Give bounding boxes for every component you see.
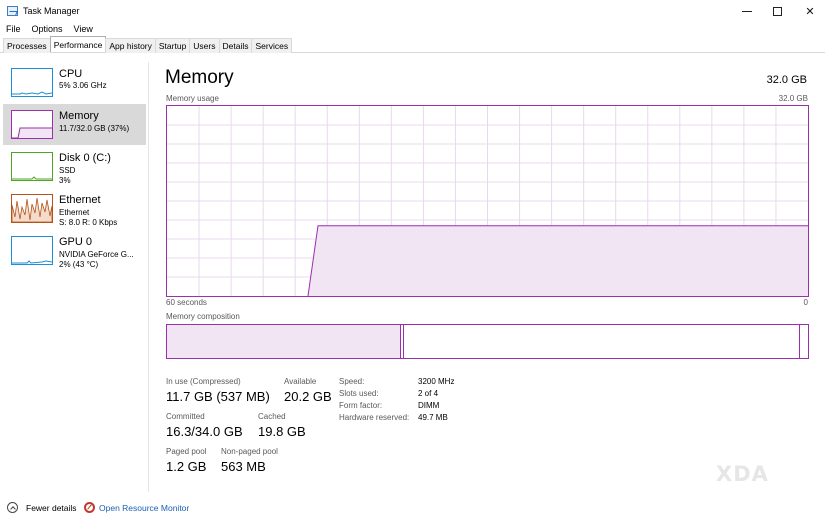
menu-options[interactable]: Options <box>26 22 68 37</box>
form-factor-value: DIMM <box>418 401 440 410</box>
committed-label: Committed <box>166 412 205 421</box>
tab-startup[interactable]: Startup <box>154 38 191 53</box>
maximize-icon <box>772 6 782 16</box>
slots-used-value: 2 of 4 <box>418 389 439 398</box>
open-resource-monitor-label: Open Resource Monitor <box>99 502 190 513</box>
disk-mini-chart <box>12 176 52 180</box>
slots-used-label: Slots used: <box>339 389 379 398</box>
tab-performance[interactable]: Performance <box>49 36 107 52</box>
minimize-icon <box>742 10 752 12</box>
memory-usage-label: Memory usage <box>166 94 219 103</box>
time-axis-label: 60 seconds <box>166 298 207 307</box>
gpu-thumbnail-graph <box>11 236 53 265</box>
title-bar: Task Manager ✕ <box>0 0 825 22</box>
sidebar-item-detail: Ethernet <box>59 208 90 217</box>
memory-composition-bar <box>166 324 809 359</box>
xda-watermark: XDA <box>716 462 769 486</box>
sidebar-item-detail-2: 3% <box>59 176 71 185</box>
committed-value: 16.3/34.0 GB <box>166 424 243 439</box>
resource-sidebar: CPU 5% 3.06 GHz Memory 11.7/32.0 GB (37%… <box>3 62 146 272</box>
sidebar-item-detail-2: S: 8.0 R: 0 Kbps <box>59 218 118 227</box>
footer-bar: Fewer details Open Resource Monitor <box>0 498 825 520</box>
sidebar-item-detail: SSD <box>59 166 76 175</box>
gpu-mini-chart <box>12 260 52 264</box>
tab-app-history[interactable]: App history <box>105 38 156 53</box>
memory-usage-area <box>308 225 808 296</box>
composition-in-use <box>167 325 401 358</box>
in-use-label: In use (Compressed) <box>166 377 241 386</box>
speed-value: 3200 MHz <box>418 377 455 386</box>
composition-modified <box>403 325 404 358</box>
available-label: Available <box>284 377 317 386</box>
in-use-value: 11.7 GB (537 MB) <box>166 389 270 404</box>
time-axis-end: 0 <box>803 298 808 307</box>
tab-processes[interactable]: Processes <box>3 38 51 53</box>
memory-composition-label: Memory composition <box>166 312 240 321</box>
non-paged-pool-label: Non-paged pool <box>221 447 278 456</box>
sidebar-item-detail: 5% 3.06 GHz <box>59 81 107 90</box>
menu-view[interactable]: View <box>68 22 98 37</box>
ethernet-thumbnail-graph <box>11 194 53 223</box>
memory-mini-chart <box>12 127 52 138</box>
open-resource-monitor-link[interactable]: Open Resource Monitor <box>84 502 189 513</box>
cached-value: 19.8 GB <box>258 424 306 439</box>
close-button[interactable]: ✕ <box>790 0 825 22</box>
resource-monitor-icon <box>84 502 95 513</box>
window-title: Task Manager <box>23 6 80 16</box>
form-factor-label: Form factor: <box>339 401 383 410</box>
paged-pool-value: 1.2 GB <box>166 459 207 474</box>
memory-usage-chart <box>167 106 808 297</box>
memory-total: 32.0 GB <box>766 74 807 86</box>
memory-usage-max: 32.0 GB <box>778 94 808 103</box>
cached-label: Cached <box>258 412 286 421</box>
memory-usage-graph <box>166 105 809 297</box>
cpu-thumbnail-graph <box>11 68 53 97</box>
chevron-up-icon <box>7 502 18 513</box>
speed-label: Speed: <box>339 377 365 386</box>
fewer-details-label: Fewer details <box>26 502 77 513</box>
sidebar-item-ethernet[interactable]: Ethernet Ethernet S: 8.0 R: 0 Kbps <box>3 188 146 229</box>
tab-details[interactable]: Details <box>218 38 253 53</box>
hardware-reserved-value: 49.7 MB <box>418 413 448 422</box>
sidebar-item-detail-2: 2% (43 °C) <box>59 260 99 269</box>
sidebar-item-detail: NVIDIA GeForce G... <box>59 250 134 259</box>
sidebar-item-label: Memory <box>59 110 99 122</box>
cpu-mini-chart <box>12 91 52 95</box>
tab-services[interactable]: Services <box>251 38 293 53</box>
fewer-details-button[interactable]: Fewer details <box>7 502 77 513</box>
hardware-reserved-label: Hardware reserved: <box>339 413 410 422</box>
menu-bar: File Options View <box>0 22 98 37</box>
menu-file[interactable]: File <box>0 22 26 37</box>
memory-detail-panel: Memory 32.0 GB Memory usage 32.0 GB 60 s… <box>148 62 825 492</box>
available-value: 20.2 GB <box>284 389 332 404</box>
sidebar-item-label: CPU <box>59 68 83 80</box>
close-icon: ✕ <box>805 5 815 18</box>
page-title: Memory <box>165 67 234 88</box>
sidebar-item-detail: 11.7/32.0 GB (37%) <box>59 124 130 133</box>
tab-users[interactable]: Users <box>189 38 220 53</box>
composition-standby-edge <box>799 325 800 358</box>
sidebar-item-memory[interactable]: Memory 11.7/32.0 GB (37%) <box>3 104 146 145</box>
sidebar-item-label: Disk 0 (C:) <box>59 152 111 164</box>
sidebar-item-disk[interactable]: Disk 0 (C:) SSD 3% <box>3 146 146 187</box>
disk-thumbnail-graph <box>11 152 53 181</box>
sidebar-item-cpu[interactable]: CPU 5% 3.06 GHz <box>3 62 146 103</box>
tab-bar: Processes Performance App history Startu… <box>3 36 293 53</box>
non-paged-pool-value: 563 MB <box>221 459 266 474</box>
sidebar-item-label: Ethernet <box>59 194 101 206</box>
sidebar-item-label: GPU 0 <box>59 236 93 248</box>
task-manager-icon <box>7 6 18 16</box>
sidebar-item-gpu[interactable]: GPU 0 NVIDIA GeForce G... 2% (43 °C) <box>3 230 146 271</box>
paged-pool-label: Paged pool <box>166 447 207 456</box>
memory-thumbnail-graph <box>11 110 53 139</box>
ethernet-mini-chart <box>12 197 52 222</box>
